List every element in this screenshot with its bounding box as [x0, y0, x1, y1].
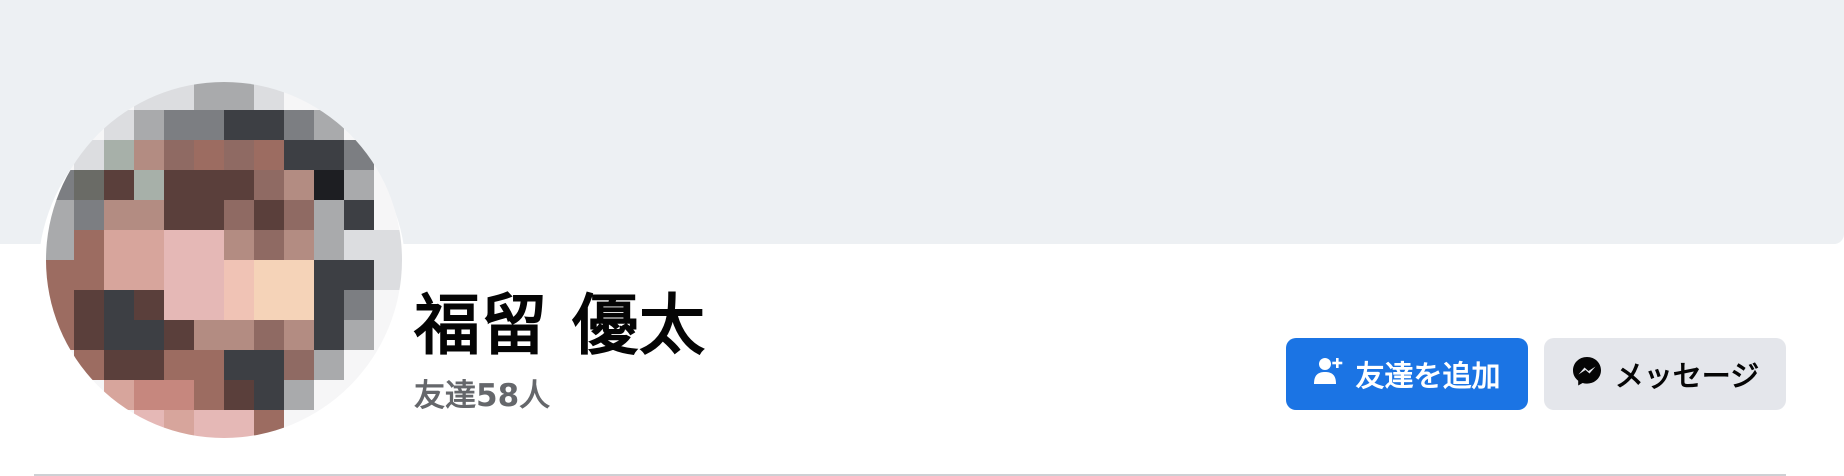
person-add-icon — [1313, 356, 1343, 393]
add-friend-label: 友達を追加 — [1355, 359, 1501, 393]
add-friend-button[interactable]: 友達を追加 — [1286, 338, 1528, 410]
friends-count[interactable]: 友達58人 — [414, 376, 550, 416]
profile-name: 福留 優太 — [414, 287, 706, 364]
message-label: メッセージ — [1614, 359, 1760, 393]
message-button[interactable]: メッセージ — [1544, 338, 1786, 410]
messenger-icon — [1571, 355, 1603, 394]
